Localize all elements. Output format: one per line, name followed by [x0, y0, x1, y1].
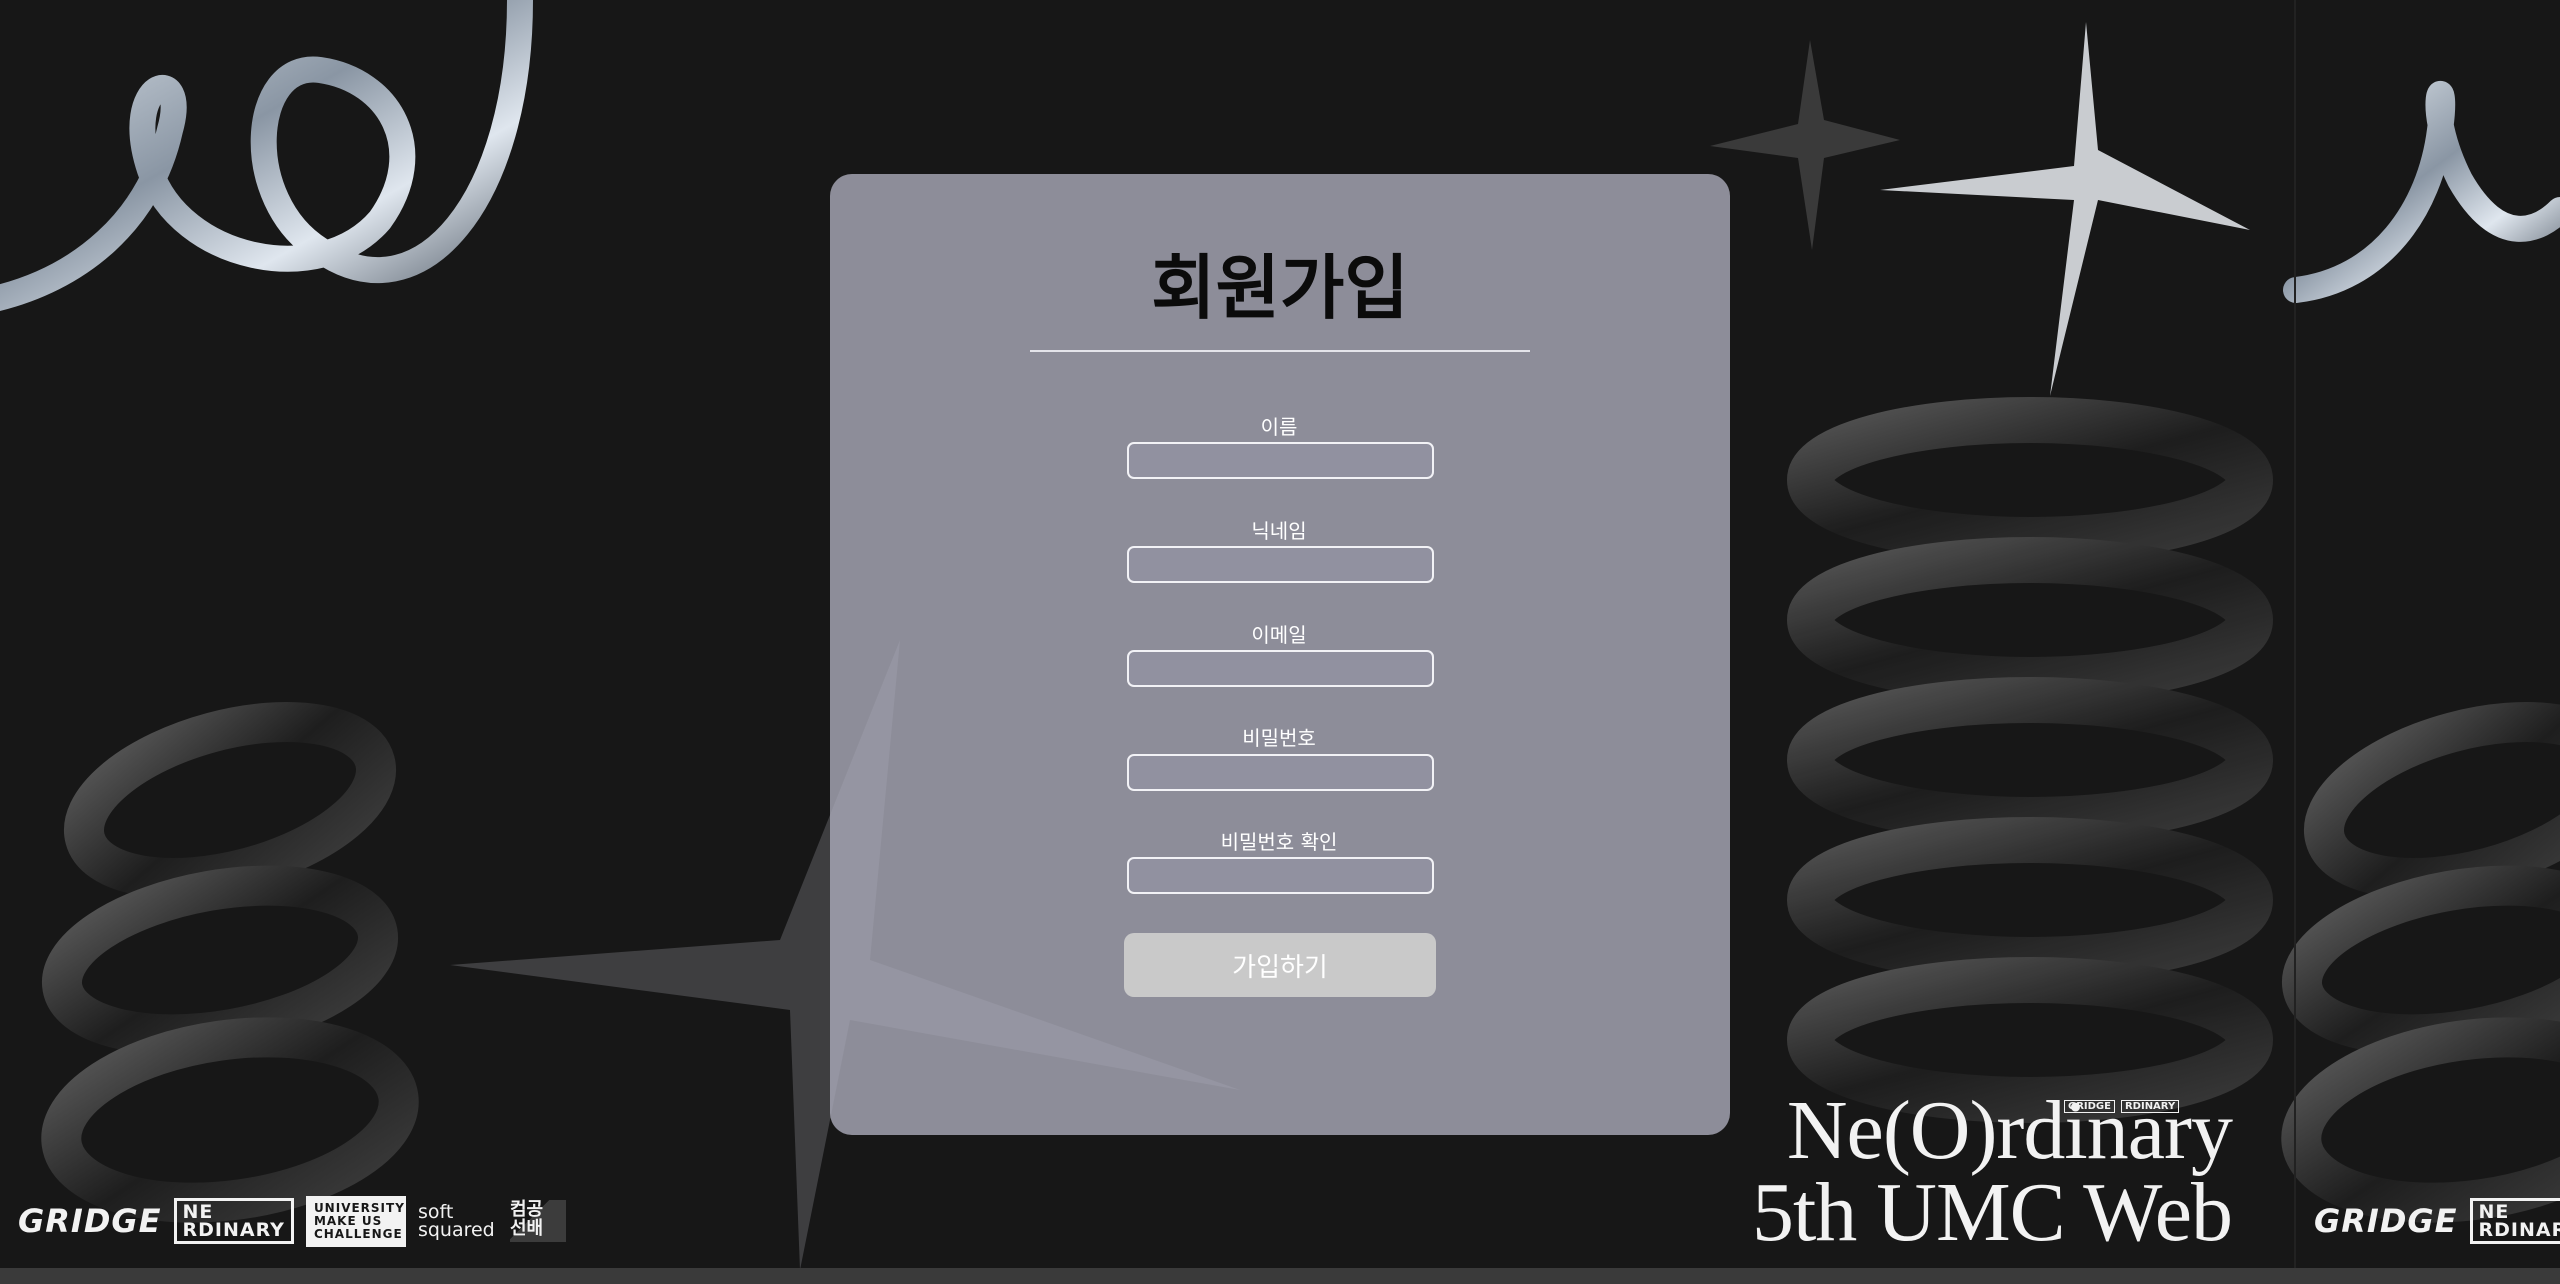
- neordinary-logo: NE RDINARY: [2469, 1198, 2560, 1244]
- chrome-swirl-right: [2283, 81, 2560, 303]
- kr-senior-logo: 컴공 선배: [509, 1200, 566, 1242]
- chrome-swirl-left: [0, 0, 533, 311]
- star-dark: [1710, 40, 1900, 250]
- page-title: 회원가입: [1151, 247, 1409, 329]
- event-title: Ne(O)rdinary 5th UMC Web: [1732, 1084, 2233, 1259]
- bottom-strip: [0, 1268, 2560, 1284]
- gridge-logo: GRIDGE: [2314, 1202, 2458, 1240]
- star-silver: [1880, 22, 2250, 396]
- email-input[interactable]: [1127, 650, 1434, 687]
- dark-spring: [1787, 397, 2273, 1123]
- name-input[interactable]: [1127, 442, 1434, 479]
- sponsor-logos-right: GRIDGE NE RDINARY: [2314, 1196, 2560, 1246]
- umc-logo: UNIVERSITY MAKE US CHALLENGE: [305, 1195, 406, 1247]
- soft-squared-logo: soft squared: [417, 1201, 495, 1241]
- dark-chain-right: [2281, 702, 2560, 1223]
- password-label: 비밀번호: [1242, 726, 1316, 750]
- neordinary-logo: NE RDINARY: [173, 1198, 294, 1244]
- event-title-line1: Ne(O)rdinary: [1786, 1084, 2233, 1177]
- panel-divider: [2294, 0, 2296, 1270]
- dark-chain-left: [41, 702, 419, 1223]
- name-label: 이름: [1260, 415, 1298, 439]
- password-input[interactable]: [1127, 754, 1434, 791]
- password-confirm-label: 비밀번호 확인: [1220, 830, 1338, 854]
- password-confirm-input[interactable]: [1127, 857, 1434, 894]
- title-divider: [1030, 350, 1530, 352]
- signup-button[interactable]: 가입하기: [1124, 933, 1436, 997]
- gridge-logo: GRIDGE: [18, 1202, 162, 1240]
- email-label: 이메일: [1251, 623, 1307, 647]
- sponsor-logos-left: GRIDGE NE RDINARY UNIVERSITY MAKE US CHA…: [18, 1195, 566, 1247]
- signup-page: GRIDGE NE RDINARY UNIVERSITY MAKE US CHA…: [0, 0, 2560, 1284]
- nickname-input[interactable]: [1127, 546, 1434, 583]
- event-title-line2: 5th UMC Web: [1751, 1166, 2233, 1259]
- nickname-label: 닉네임: [1251, 519, 1307, 543]
